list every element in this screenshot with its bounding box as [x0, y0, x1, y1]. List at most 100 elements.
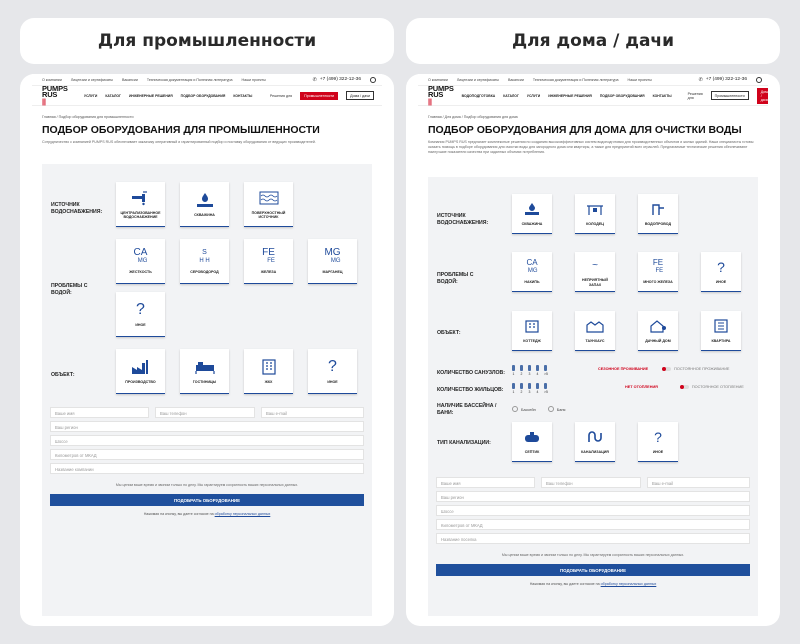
phone-field[interactable]: Ваш телефон	[541, 477, 641, 488]
tile-housing[interactable]: ЖКХ	[244, 349, 293, 394]
nav-item[interactable]: КАТАЛОГ	[105, 94, 121, 98]
tile-central-water[interactable]: ЦЕНТРАЛИЗОВАННОЕ ВОДОСНАБЖЕНИЕ	[116, 182, 165, 227]
email-field[interactable]: Ваш e-mail	[261, 407, 364, 418]
road-field[interactable]: Шоссе	[50, 435, 364, 446]
bath-radio[interactable]: Баня	[548, 406, 566, 412]
nav-item[interactable]: ИНЖЕНЕРНЫЕ РЕШЕНИЯ	[129, 94, 173, 98]
tile-label: ТАУНХАУС	[585, 339, 605, 344]
settlement-field[interactable]: Название поселка	[436, 533, 750, 544]
switch-home-button[interactable]: Дома / дачи	[346, 91, 374, 100]
count-option[interactable]: 1	[512, 383, 515, 394]
topbar-link[interactable]: Наши проекты	[242, 78, 266, 82]
topbar-link[interactable]: О компании	[42, 78, 62, 82]
nav-item[interactable]: ИНЖЕНЕРНЫЕ РЕШЕНИЯ	[548, 94, 592, 98]
phone[interactable]: ✆ +7 (499) 322-12-36	[699, 77, 747, 83]
submit-button[interactable]: ПОДОБРАТЬ ОБОРУДОВАНИЕ	[50, 494, 364, 506]
nav-item[interactable]: ПОДБОР ОБОРУДОВАНИЯ	[181, 94, 226, 98]
topbar-link[interactable]: Наши проекты	[628, 78, 652, 82]
tile-hydrogen-sulfide[interactable]: SH H СЕРОВОДОРОД	[180, 239, 229, 284]
topbar-link[interactable]: Вакансии	[122, 78, 138, 82]
pool-options[interactable]: Бассейн Баня	[512, 406, 566, 412]
switch-industrial-button[interactable]: Промышленности	[300, 91, 339, 100]
heating-toggle[interactable]: НЕТ ОТОПЛЕНИЯ ПОСТОЯННОЕ ОТОПЛЕНИЕ	[625, 385, 744, 389]
tile-hotels[interactable]: ГОСТИНИЦЫ	[180, 349, 229, 394]
nav-item[interactable]: УСЛУГИ	[84, 94, 97, 98]
tile-country-house[interactable]: ДАЧНЫЙ ДОМ	[638, 311, 678, 351]
tile-label: КОЛОДЕЦ	[586, 222, 604, 227]
topbar-link[interactable]: О компании	[428, 78, 448, 82]
switch-home-button[interactable]: Дома / дачи	[756, 87, 768, 104]
count-option[interactable]: 2	[520, 383, 523, 394]
tile-other-sewer[interactable]: ? ИНОЕ	[638, 422, 678, 462]
tile-borehole[interactable]: СКВАЖИНА	[512, 194, 552, 234]
tile-dugwell[interactable]: КОЛОДЕЦ	[575, 194, 615, 234]
logo[interactable]: PUMPS RUS ||	[428, 85, 454, 106]
logo[interactable]: PUMPS RUS ||	[42, 85, 76, 106]
tile-cottage[interactable]: КОТТЕДЖ	[512, 311, 552, 351]
search-icon[interactable]	[370, 76, 376, 83]
km-field[interactable]: Километров от МКАД	[436, 519, 750, 530]
tile-other-problem[interactable]: ? ИНОЕ	[701, 252, 741, 292]
company-field[interactable]: Название компании	[50, 463, 364, 474]
count-option[interactable]: 4	[536, 383, 539, 394]
tile-sewerage[interactable]: КАНАЛИЗАЦИЯ	[575, 422, 615, 462]
topbar-link[interactable]: Вакансии	[508, 78, 524, 82]
nav-item[interactable]: ВОДОПОДГОТОВКА	[462, 94, 496, 98]
name-field[interactable]: Ваше имя	[50, 407, 149, 418]
name-field[interactable]: Ваше имя	[436, 477, 535, 488]
tile-iron[interactable]: FE FE ЖЕЛЕЗА	[244, 239, 293, 284]
count-option[interactable]: 4	[536, 365, 539, 376]
consent-link[interactable]: обработку персональных данных	[601, 582, 657, 586]
tile-scale[interactable]: CA MG НАКИПЬ	[512, 252, 552, 292]
topbar-link[interactable]: Лицензии и сертификаты	[457, 78, 499, 82]
phone-field[interactable]: Ваш телефон	[155, 407, 255, 418]
km-field[interactable]: Километров от МКАД	[50, 449, 364, 460]
road-field[interactable]: Шоссе	[436, 505, 750, 516]
count-option[interactable]: >5	[544, 383, 548, 394]
email-field[interactable]: Ваш e-mail	[647, 477, 750, 488]
tile-much-iron[interactable]: FE FE МНОГО ЖЕЛЕЗА	[638, 252, 678, 292]
topbar-link[interactable]: Техническая документация и Полезная лите…	[533, 78, 619, 82]
toggle-switch[interactable]	[679, 385, 689, 389]
pool-radio[interactable]: Бассейн	[512, 406, 536, 412]
tile-odor[interactable]: ~ НЕПРИЯТНЫЙ ЗАПАХ	[575, 252, 615, 292]
tile-septic[interactable]: СЕПТИК	[512, 422, 552, 462]
region-field[interactable]: Ваш регион	[50, 421, 364, 432]
search-icon[interactable]	[756, 76, 762, 83]
label-industrial: Для промышленности	[20, 18, 394, 64]
count-option[interactable]: 3	[528, 383, 531, 394]
residents-selector[interactable]: 1 2 3 4 >5	[512, 383, 548, 394]
residence-toggle[interactable]: СЕЗОННОЕ ПРОЖИВАНИЕ ПОСТОЯННОЕ ПРОЖИВАНИЕ	[598, 367, 729, 371]
nav-item[interactable]: КАТАЛОГ	[503, 94, 519, 98]
tile-hardness[interactable]: CA MG ЖЕСТКОСТЬ	[116, 239, 165, 284]
breadcrumb[interactable]: Главная / Для дома / Подбор оборудования…	[418, 106, 768, 119]
switch-industrial-button[interactable]: Промышленности	[710, 91, 749, 100]
tile-manganese[interactable]: MG MG МАРГАНЕЦ	[308, 239, 357, 284]
count-option[interactable]: >5	[544, 365, 548, 376]
tile-production[interactable]: ПРОИЗВОДСТВО	[116, 349, 165, 394]
count-option[interactable]: 3	[528, 365, 531, 376]
count-option[interactable]: 2	[520, 365, 523, 376]
nav-item[interactable]: ПОДБОР ОБОРУДОВАНИЯ	[600, 94, 645, 98]
tile-surface-source[interactable]: ПОВЕРХНОСТНЫЙ ИСТОЧНИК	[244, 182, 293, 227]
nav-item[interactable]: УСЛУГИ	[527, 94, 540, 98]
tile-other-problem[interactable]: ? ИНОЕ	[116, 292, 165, 337]
tile-townhouse[interactable]: ТАУНХАУС	[575, 311, 615, 351]
toggle-switch[interactable]	[662, 367, 672, 371]
topbar-link[interactable]: Лицензии и сертификаты	[71, 78, 113, 82]
count-option[interactable]: 1	[512, 365, 515, 376]
nav-item[interactable]: КОНТАКТЫ	[233, 94, 252, 98]
consent-link[interactable]: обработку персональных данных	[215, 512, 271, 516]
region-field[interactable]: Ваш регион	[436, 491, 750, 502]
baths-selector[interactable]: 1 2 3 4 >5	[512, 365, 548, 376]
privacy-note: Мы ценим ваше время и звоним только по д…	[501, 553, 685, 557]
topbar-link[interactable]: Техническая документация и Полезная лите…	[147, 78, 233, 82]
tile-water-main[interactable]: ВОДОПРОВОД	[638, 194, 678, 234]
breadcrumb[interactable]: Главная / Подбор оборудования для промыш…	[32, 106, 382, 119]
submit-button[interactable]: ПОДОБРАТЬ ОБОРУДОВАНИЕ	[436, 564, 750, 576]
nav-item[interactable]: КОНТАКТЫ	[653, 94, 672, 98]
tile-other-object[interactable]: ? ИНОЕ	[308, 349, 357, 394]
phone[interactable]: ✆ +7 (499) 322-12-36	[313, 77, 361, 83]
tile-apartment[interactable]: КВАРТИРА	[701, 311, 741, 351]
tile-well[interactable]: СКВАЖИНА	[180, 182, 229, 227]
